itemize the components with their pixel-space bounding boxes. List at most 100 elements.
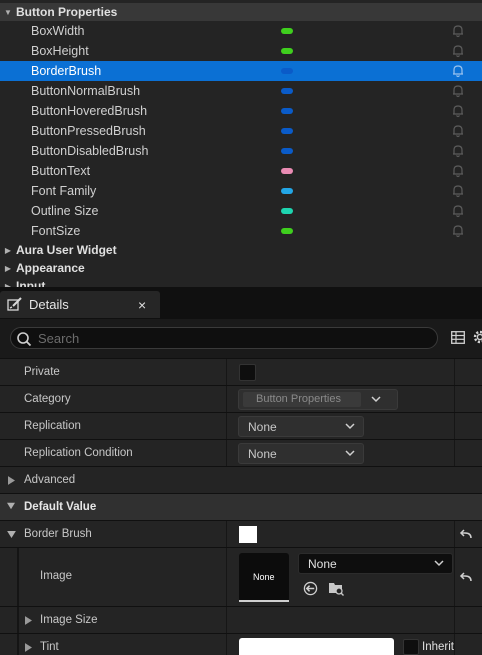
search-icon <box>17 332 32 347</box>
details-panel: Search Private Category Button Propertie… <box>0 319 482 655</box>
category-combo[interactable]: Button Properties <box>238 389 398 410</box>
table-view-icon[interactable] <box>451 331 465 344</box>
variable-row[interactable]: Outline Size <box>0 201 482 221</box>
category-aura-user-widget[interactable]: ▶ Aura User Widget <box>0 241 482 259</box>
search-input[interactable]: Search <box>10 327 438 349</box>
variable-row[interactable]: ButtonHoveredBrush <box>0 101 482 121</box>
replication-bell-icon[interactable] <box>451 184 465 198</box>
variable-row[interactable]: ButtonNormalBrush <box>0 81 482 101</box>
replication-bell-icon[interactable] <box>451 44 465 58</box>
replication-bell-icon[interactable] <box>451 124 465 138</box>
tint-color-swatch[interactable] <box>239 638 394 655</box>
replication-condition-value: None <box>248 447 277 461</box>
expand-triangle-icon[interactable] <box>25 643 32 652</box>
category-button-properties[interactable]: ▼ Button Properties <box>0 3 482 21</box>
replication-bell-icon[interactable] <box>451 204 465 218</box>
property-label: Tint <box>40 641 59 653</box>
replication-value: None <box>248 420 277 434</box>
variable-row[interactable]: BorderBrush <box>0 61 482 81</box>
expand-triangle-icon[interactable] <box>25 616 32 625</box>
replication-dropdown[interactable]: None <box>238 416 364 437</box>
variable-name: ButtonHoveredBrush <box>31 104 148 118</box>
variable-type-pill-icon <box>281 228 293 234</box>
tab-details[interactable]: Details × <box>0 291 160 318</box>
search-placeholder: Search <box>38 331 80 346</box>
property-row-private: Private <box>0 358 482 385</box>
property-label: Image <box>40 570 72 582</box>
variable-row[interactable]: Font Family <box>0 181 482 201</box>
close-icon[interactable]: × <box>138 297 146 313</box>
collapse-triangle-icon[interactable]: ▼ <box>0 8 16 17</box>
replication-bell-icon[interactable] <box>451 224 465 238</box>
variable-name: BorderBrush <box>31 64 102 78</box>
private-checkbox[interactable] <box>239 364 256 381</box>
property-row-image-size: Image Size <box>0 606 482 633</box>
variable-row[interactable]: ButtonPressedBrush <box>0 121 482 141</box>
expand-triangle-icon[interactable]: ▶ <box>0 264 16 273</box>
category-title: Aura User Widget <box>16 243 117 257</box>
variables-panel: ▼ Button Properties BoxWidth BoxHeight Bor… <box>0 0 482 287</box>
variable-row[interactable]: ButtonText <box>0 161 482 181</box>
brush-color-swatch[interactable] <box>239 526 257 543</box>
property-label: Private <box>24 366 60 378</box>
details-tab-bar: Details × <box>0 287 482 319</box>
browse-folder-icon[interactable] <box>328 580 344 596</box>
replication-bell-icon[interactable] <box>451 144 465 158</box>
variable-type-pill-icon <box>281 128 293 134</box>
reset-to-default-icon[interactable] <box>459 572 473 584</box>
property-row-category: Category Button Properties <box>0 385 482 412</box>
collapse-triangle-icon[interactable] <box>7 531 16 538</box>
variable-row[interactable]: BoxHeight <box>0 41 482 61</box>
variable-name: BoxHeight <box>31 44 89 58</box>
replication-condition-dropdown[interactable]: None <box>238 443 364 464</box>
chevron-down-icon <box>345 423 355 430</box>
variable-type-pill-icon <box>281 208 293 214</box>
category-title: Input <box>16 279 46 287</box>
use-selected-asset-icon[interactable] <box>303 581 318 596</box>
variable-type-pill-icon <box>281 108 293 114</box>
variable-row[interactable]: FontSize <box>0 221 482 241</box>
property-row-tint: Tint Inherit <box>0 633 482 655</box>
property-row-image: Image None None <box>0 547 482 606</box>
details-pencil-icon <box>7 297 22 311</box>
variable-name: Font Family <box>31 184 97 198</box>
section-title: Default Value <box>24 501 97 513</box>
advanced-section[interactable]: Advanced <box>0 466 482 493</box>
expand-triangle-icon[interactable]: ▶ <box>0 246 16 255</box>
tab-label: Details <box>29 297 69 312</box>
chevron-down-icon[interactable] <box>371 395 381 403</box>
image-thumbnail[interactable]: None <box>239 553 289 602</box>
expand-triangle-icon[interactable] <box>8 476 15 485</box>
default-value-section[interactable]: Default Value <box>0 493 482 520</box>
variable-type-pill-icon <box>281 68 293 74</box>
variable-row[interactable]: ButtonDisabledBrush <box>0 141 482 161</box>
gear-icon[interactable] <box>472 329 482 345</box>
variable-name: ButtonPressedBrush <box>31 124 146 138</box>
variable-row[interactable]: BoxWidth <box>0 21 482 41</box>
replication-bell-icon[interactable] <box>451 24 465 38</box>
category-appearance[interactable]: ▶ Appearance <box>0 259 482 277</box>
property-label: Category <box>24 393 71 405</box>
variable-type-pill-icon <box>281 168 293 174</box>
property-label: Replication Condition <box>24 447 133 459</box>
variable-name: BoxWidth <box>31 24 85 38</box>
variable-name: FontSize <box>31 224 81 238</box>
variable-type-pill-icon <box>281 48 293 54</box>
replication-bell-icon[interactable] <box>451 104 465 118</box>
chevron-down-icon <box>434 560 444 567</box>
category-input[interactable]: ▶ Input <box>0 277 482 287</box>
replication-bell-icon[interactable] <box>451 164 465 178</box>
collapse-triangle-icon[interactable] <box>7 502 15 510</box>
advanced-label: Advanced <box>24 474 76 486</box>
inherit-label: Inherit <box>422 641 454 653</box>
image-asset-picker[interactable]: None <box>298 553 453 574</box>
category-title: Appearance <box>16 261 85 275</box>
category-text-field[interactable]: Button Properties <box>243 392 361 407</box>
variable-type-pill-icon <box>281 88 293 94</box>
variable-name: ButtonDisabledBrush <box>31 144 149 158</box>
reset-to-default-icon[interactable] <box>459 529 473 541</box>
property-label: Image Size <box>40 614 98 626</box>
replication-bell-icon[interactable] <box>451 84 465 98</box>
inherit-checkbox[interactable] <box>403 639 419 655</box>
replication-bell-icon[interactable] <box>451 64 465 78</box>
